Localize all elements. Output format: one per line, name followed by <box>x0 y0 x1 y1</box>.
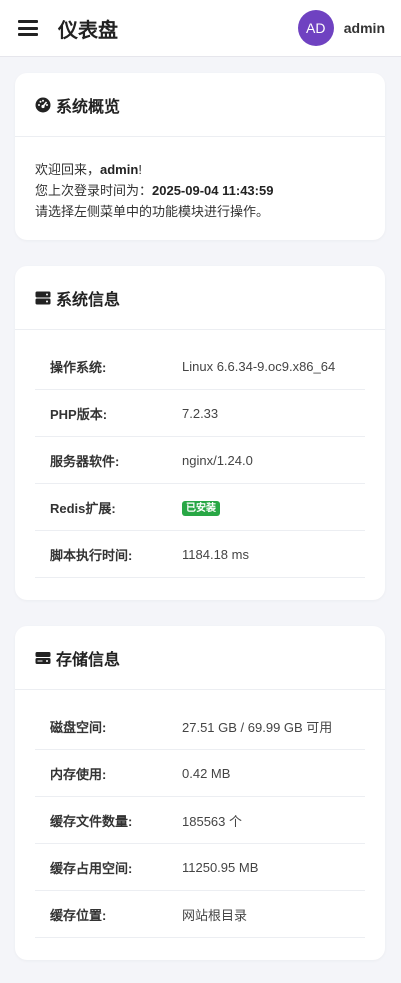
storage-info-list: 磁盘空间: 27.51 GB / 69.99 GB 可用 内存使用: 0.42 … <box>15 690 385 938</box>
info-key: 脚本执行时间: <box>50 547 133 563</box>
info-value: 0.42 MB <box>182 765 231 781</box>
welcome-line: 欢迎回来，admin! <box>35 162 142 177</box>
info-key: 缓存位置: <box>50 907 107 923</box>
info-row-exec-time: 脚本执行时间: 1184.18 ms <box>35 531 365 578</box>
info-row-cache-location: 缓存位置: 网站根目录 <box>35 891 365 938</box>
info-key: PHP版本: <box>50 406 108 422</box>
info-value: 27.51 GB / 69.99 GB 可用 <box>182 719 333 735</box>
last-login-line: 您上次登录时间为：2025-09-04 11:43:59 <box>35 183 274 198</box>
system-info-title: 系统信息 <box>56 291 121 309</box>
avatar[interactable]: AD <box>297 10 334 46</box>
overview-card: 系统概览 欢迎回来，admin! 您上次登录时间为：2025-09-04 11:… <box>15 73 385 240</box>
info-value: Linux 6.6.34-9.oc9.x86_64 <box>182 358 336 374</box>
info-key: 操作系统: <box>50 359 107 375</box>
info-value: 11250.95 MB <box>182 859 259 875</box>
page-title: 仪表盘 <box>58 19 118 42</box>
info-key: Redis扩展: <box>50 500 116 516</box>
overview-title: 系统概览 <box>56 98 121 116</box>
info-value: 185563 个 <box>182 813 242 829</box>
welcome-text: 欢迎回来，admin! 您上次登录时间为：2025-09-04 11:43:59… <box>15 137 385 222</box>
info-value: 网站根目录 <box>182 907 248 923</box>
hint-line: 请选择左侧菜单中的功能模块进行操作。 <box>35 204 270 219</box>
storage-info-card-header: 存储信息 <box>15 626 385 690</box>
storage-info-card: 存储信息 磁盘空间: 27.51 GB / 69.99 GB 可用 内存使用: … <box>15 626 385 960</box>
info-key: 缓存文件数量: <box>50 813 133 829</box>
username[interactable]: admin <box>344 20 385 36</box>
top-header: 仪表盘 AD admin <box>0 0 401 57</box>
info-row-disk: 磁盘空间: 27.51 GB / 69.99 GB 可用 <box>35 703 365 750</box>
info-value: 7.2.33 <box>182 405 219 421</box>
storage-info-title: 存储信息 <box>56 651 121 669</box>
info-row-redis: Redis扩展: 已安装 <box>35 484 365 531</box>
info-row-cache-size: 缓存占用空间: 11250.95 MB <box>35 844 365 891</box>
info-row-php: PHP版本: 7.2.33 <box>35 390 365 437</box>
dashboard-icon <box>35 97 51 113</box>
info-value: 已安装 <box>182 499 220 516</box>
overview-card-header: 系统概览 <box>15 73 385 137</box>
system-info-card-header: 系统信息 <box>15 266 385 330</box>
info-key: 缓存占用空间: <box>50 860 133 876</box>
status-badge: 已安装 <box>182 500 220 516</box>
system-info-card: 系统信息 操作系统: Linux 6.6.34-9.oc9.x86_64 PHP… <box>15 266 385 600</box>
info-key: 磁盘空间: <box>50 719 107 735</box>
system-info-list: 操作系统: Linux 6.6.34-9.oc9.x86_64 PHP版本: 7… <box>15 330 385 578</box>
info-row-memory: 内存使用: 0.42 MB <box>35 750 365 797</box>
info-key: 内存使用: <box>50 766 107 782</box>
last-login-time: 2025-09-04 11:43:59 <box>152 183 274 198</box>
menu-icon[interactable] <box>18 20 38 36</box>
info-row-os: 操作系统: Linux 6.6.34-9.oc9.x86_64 <box>35 343 365 390</box>
info-value: nginx/1.24.0 <box>182 452 253 468</box>
welcome-username: admin <box>100 162 139 177</box>
hdd-icon <box>35 650 51 666</box>
info-row-server: 服务器软件: nginx/1.24.0 <box>35 437 365 484</box>
server-icon <box>35 290 51 306</box>
info-value: 1184.18 ms <box>182 546 249 562</box>
info-row-cache-count: 缓存文件数量: 185563 个 <box>35 797 365 844</box>
user-menu[interactable]: AD admin <box>297 10 385 46</box>
info-key: 服务器软件: <box>50 453 120 469</box>
